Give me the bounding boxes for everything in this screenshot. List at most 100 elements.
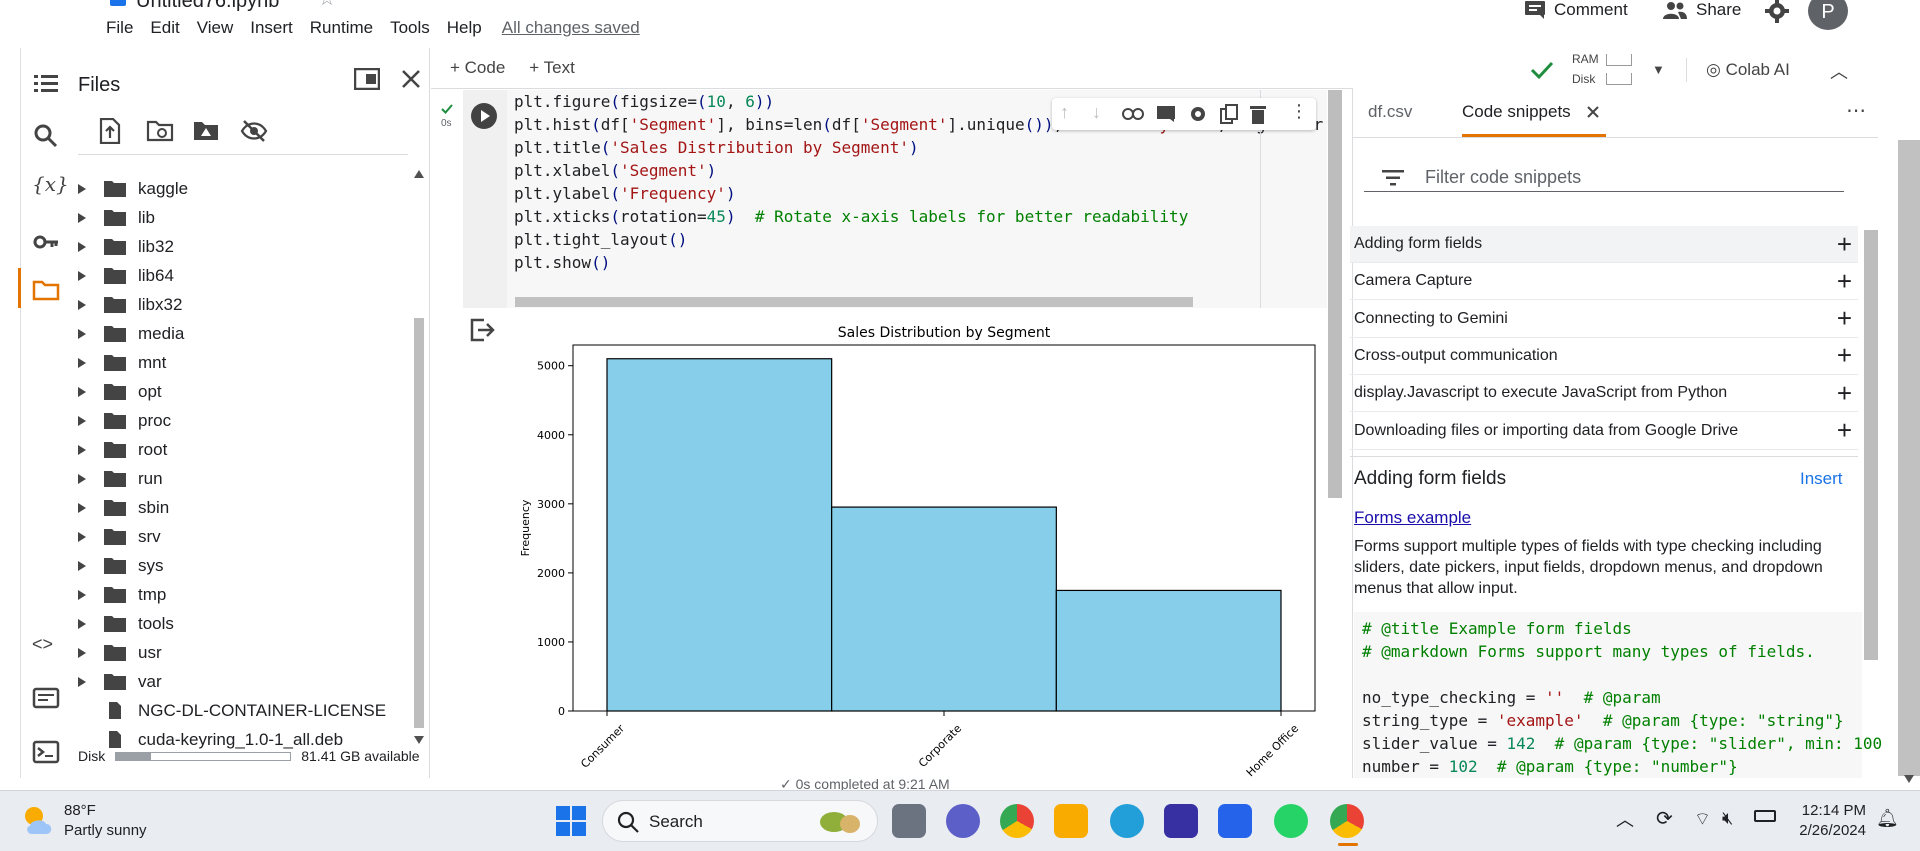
folder-row[interactable]: srv xyxy=(72,522,161,551)
teams-icon[interactable] xyxy=(946,804,980,838)
folder-row[interactable]: lib xyxy=(72,203,155,232)
expand-caret-icon[interactable] xyxy=(78,179,88,199)
share-button[interactable]: Share xyxy=(1662,0,1741,20)
app-icon[interactable] xyxy=(1164,804,1198,838)
file-row[interactable]: NGC-DL-CONTAINER-LICENSE xyxy=(72,696,386,725)
mount-drive-icon[interactable] xyxy=(192,120,220,142)
resources-dropdown-icon[interactable]: ▼ xyxy=(1652,62,1665,77)
expand-caret-icon[interactable] xyxy=(78,440,88,460)
folder-row[interactable]: root xyxy=(72,435,167,464)
weather-sun-icon[interactable] xyxy=(20,802,56,836)
folder-row[interactable]: usr xyxy=(72,638,162,667)
expand-caret-icon[interactable] xyxy=(78,469,88,489)
folder-row[interactable]: kaggle xyxy=(72,174,188,203)
forms-example-link[interactable]: Forms example xyxy=(1354,508,1471,528)
comment-icon[interactable] xyxy=(1156,105,1176,123)
speaker-muted-icon[interactable]: 🔇︎ xyxy=(1722,808,1733,829)
add-snippet-icon[interactable]: + xyxy=(1837,303,1852,334)
colab-ai-button[interactable]: ◎ Colab AI xyxy=(1706,60,1790,80)
expand-caret-icon[interactable] xyxy=(78,266,88,286)
menu-edit[interactable]: Edit xyxy=(150,18,179,38)
show-hidden-icons-icon[interactable]: ︿ xyxy=(1616,806,1634,832)
open-in-tab-icon[interactable] xyxy=(354,68,380,90)
add-text-cell-button[interactable]: + Text xyxy=(529,58,575,78)
more-options-icon[interactable]: ⋮ xyxy=(1290,101,1308,122)
notifications-bell-icon[interactable]: 🔔︎ xyxy=(1876,808,1899,829)
expand-caret-icon[interactable] xyxy=(78,237,88,257)
folder-row[interactable]: opt xyxy=(72,377,162,406)
cell-settings-icon[interactable] xyxy=(1188,104,1208,124)
folder-row[interactable]: sbin xyxy=(72,493,169,522)
tab-code-snippets[interactable]: Code snippets xyxy=(1462,102,1571,122)
folder-row[interactable]: run xyxy=(72,464,163,493)
expand-caret-icon[interactable] xyxy=(78,672,88,692)
folder-row[interactable]: tmp xyxy=(72,580,166,609)
folder-row[interactable]: tools xyxy=(72,609,174,638)
clock-date[interactable]: 2/26/2024 xyxy=(1786,822,1866,839)
sync-icon[interactable]: ⟳ xyxy=(1656,806,1673,831)
weather-description[interactable]: Partly sunny xyxy=(64,822,147,839)
output-actions-icon[interactable] xyxy=(470,318,496,342)
folder-row[interactable]: lib32 xyxy=(72,232,174,261)
save-status-link[interactable]: All changes saved xyxy=(502,18,640,38)
hide-files-icon[interactable] xyxy=(240,118,268,144)
folder-row[interactable]: media xyxy=(72,319,184,348)
terminal-icon[interactable] xyxy=(32,738,60,766)
star-icon[interactable]: ☆ xyxy=(318,0,336,11)
more-options-icon[interactable]: ⋯ xyxy=(1846,98,1866,123)
snippet-item[interactable]: display.Javascript to execute JavaScript… xyxy=(1350,375,1858,413)
folder-icon[interactable] xyxy=(32,276,60,304)
expand-caret-icon[interactable] xyxy=(78,498,88,518)
upload-file-icon[interactable] xyxy=(98,118,122,144)
insert-snippet-button[interactable]: Insert xyxy=(1800,469,1843,489)
settings-gear-icon[interactable] xyxy=(1765,0,1789,23)
delete-icon[interactable] xyxy=(1250,104,1266,124)
weather-temperature[interactable]: 88°F xyxy=(64,802,96,819)
mirror-cell-icon[interactable] xyxy=(1220,104,1238,124)
snippet-item[interactable]: Connecting to Gemini + xyxy=(1350,301,1858,338)
tab-df-csv[interactable]: df.csv xyxy=(1368,102,1412,122)
window-scrollbar-thumb[interactable] xyxy=(1898,140,1920,776)
snippets-scrollbar-thumb[interactable] xyxy=(1864,230,1878,660)
add-code-cell-button[interactable]: + Code xyxy=(450,58,505,78)
menu-file[interactable]: File xyxy=(106,18,133,38)
add-snippet-icon[interactable]: + xyxy=(1837,266,1852,297)
snippet-item[interactable]: Cross-output communication + xyxy=(1350,338,1858,375)
folder-row[interactable]: lib64 xyxy=(72,261,174,290)
whatsapp-icon[interactable] xyxy=(1274,804,1308,838)
chrome-icon[interactable] xyxy=(1000,804,1034,838)
snippet-item[interactable]: Adding form fields + xyxy=(1350,226,1858,263)
battery-icon[interactable] xyxy=(1754,810,1776,822)
expand-caret-icon[interactable] xyxy=(78,614,88,634)
code-icon[interactable]: <> xyxy=(32,634,60,662)
wifi-icon[interactable]: ⌔ xyxy=(1694,808,1711,831)
expand-caret-icon[interactable] xyxy=(78,353,88,373)
scroll-down-icon[interactable] xyxy=(414,736,424,744)
refresh-folder-icon[interactable] xyxy=(146,120,174,142)
snippet-item[interactable]: Camera Capture + xyxy=(1350,263,1858,301)
folder-row[interactable]: libx32 xyxy=(72,290,182,319)
variables-icon[interactable]: {x} xyxy=(32,172,69,200)
add-snippet-icon[interactable]: + xyxy=(1837,340,1852,371)
scroll-up-icon[interactable] xyxy=(414,170,424,178)
notebook-title[interactable]: Untitled76.ipynb xyxy=(136,0,279,13)
add-snippet-icon[interactable]: + xyxy=(1837,378,1852,409)
comment-button[interactable]: Comment xyxy=(1524,0,1628,20)
folder-row[interactable]: sys xyxy=(72,551,164,580)
expand-caret-icon[interactable] xyxy=(78,324,88,344)
key-icon[interactable] xyxy=(32,228,60,256)
scroll-down-icon[interactable] xyxy=(1904,775,1914,783)
run-cell-button[interactable] xyxy=(471,103,497,129)
code-horizontal-scrollbar[interactable] xyxy=(515,297,1193,307)
menu-view[interactable]: View xyxy=(197,18,234,38)
close-icon[interactable] xyxy=(400,68,422,90)
expand-caret-icon[interactable] xyxy=(78,382,88,402)
move-up-icon[interactable]: ↑ xyxy=(1060,102,1069,123)
expand-caret-icon[interactable] xyxy=(78,585,88,605)
expand-caret-icon[interactable] xyxy=(78,295,88,315)
expand-caret-icon[interactable] xyxy=(78,411,88,431)
menu-insert[interactable]: Insert xyxy=(250,18,293,38)
expand-caret-icon[interactable] xyxy=(78,556,88,576)
telegram-icon[interactable] xyxy=(1110,804,1144,838)
copilot-icon[interactable] xyxy=(1218,804,1252,838)
